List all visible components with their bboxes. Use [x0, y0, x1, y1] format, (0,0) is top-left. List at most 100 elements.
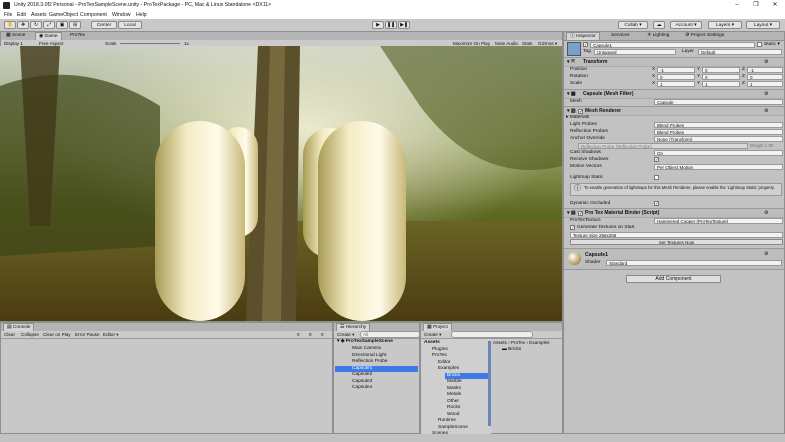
move-tool-icon[interactable]: ✥: [17, 21, 29, 29]
static-checkbox[interactable]: [757, 42, 762, 47]
folder-masks[interactable]: Masks: [447, 386, 461, 392]
project-create-button[interactable]: Create ▾: [424, 332, 441, 338]
rotation-x-field[interactable]: 0: [657, 73, 695, 80]
hierarchy-item-main-camera[interactable]: Main Camera: [352, 346, 381, 352]
pivot-local-button[interactable]: Local: [118, 21, 142, 29]
menu-help[interactable]: Help: [136, 12, 147, 18]
scale-z-field[interactable]: 1: [747, 80, 783, 87]
folder-samplescene[interactable]: SampleScene: [438, 425, 468, 431]
dynamic-occluded-checkbox[interactable]: ✓: [654, 201, 659, 206]
mesh-renderer-checkbox[interactable]: ✓: [578, 108, 583, 114]
tab-project-settings[interactable]: ⚙ Project Settings: [682, 32, 727, 40]
close-button[interactable]: ✕: [766, 1, 784, 10]
layer-select[interactable]: Default: [698, 48, 782, 55]
cast-shadows-select[interactable]: On: [654, 149, 783, 156]
folder-runtime[interactable]: Runtime: [438, 418, 456, 424]
hierarchy-search-input[interactable]: All: [360, 331, 420, 338]
position-y-field[interactable]: 0: [702, 66, 740, 73]
object-name-field[interactable]: Capsule1: [590, 41, 755, 48]
scene-root[interactable]: ▾ ◈ ProTexSampleScene: [337, 339, 393, 345]
set-textures-now-button[interactable]: Set Textures Now: [570, 239, 783, 245]
static-dropdown[interactable]: Static ▾: [764, 41, 780, 48]
folder-wood[interactable]: Wood: [447, 412, 459, 418]
folder-rocks[interactable]: Rocks: [447, 405, 460, 411]
project-tree-scrollbar[interactable]: [488, 341, 491, 426]
tab-inspector[interactable]: ⓘ Inspector: [566, 32, 600, 40]
motion-vectors-select[interactable]: Per Object Motion: [654, 163, 783, 170]
minimize-button[interactable]: –: [728, 1, 746, 10]
tab-protex[interactable]: ProTex: [67, 32, 88, 40]
rotation-y-field[interactable]: 0: [702, 73, 740, 80]
scale-y-field[interactable]: 1: [702, 80, 740, 87]
rotate-tool-icon[interactable]: ↻: [30, 21, 42, 29]
light-probes-select[interactable]: Blend Probes: [654, 121, 783, 128]
materials-foldout[interactable]: ▸ Materials: [566, 114, 589, 121]
protex-binder-checkbox[interactable]: ✓: [578, 210, 583, 216]
menu-assets[interactable]: Assets: [31, 12, 47, 18]
game-view[interactable]: [0, 46, 562, 321]
mesh-filter-gear-icon[interactable]: ⚙: [764, 90, 768, 98]
scale-tool-icon[interactable]: ⤢: [43, 21, 55, 29]
transform-tool-icon[interactable]: ⊞: [69, 21, 81, 29]
tab-services[interactable]: Services: [608, 32, 632, 40]
tag-select[interactable]: Untagged: [594, 48, 676, 55]
pivot-center-button[interactable]: Center: [91, 21, 117, 29]
folder-scenes[interactable]: Scenes: [432, 431, 448, 437]
folder-marble[interactable]: Marble: [447, 379, 462, 385]
project-file-bricks[interactable]: ▬ Bricks: [502, 347, 521, 352]
tab-scene[interactable]: ▦ Scene: [3, 32, 28, 40]
layout-button[interactable]: Layout ▾: [746, 21, 780, 29]
clear-button[interactable]: Clear: [4, 332, 15, 337]
tab-project[interactable]: ▦ Project: [423, 323, 452, 331]
folder-bricks[interactable]: Bricks: [445, 372, 489, 379]
protex-gear-icon[interactable]: ⚙: [764, 209, 768, 217]
collapse-button[interactable]: Collapse: [21, 332, 39, 337]
cloud-icon[interactable]: ☁: [653, 21, 665, 29]
receive-shadows-checkbox[interactable]: ✓: [654, 157, 659, 162]
error-count[interactable]: 0: [321, 332, 324, 337]
maximize-button[interactable]: ❐: [747, 1, 765, 10]
pause-button[interactable]: ❚❚: [385, 21, 397, 29]
step-button[interactable]: ▶❚: [398, 21, 410, 29]
menu-component[interactable]: Component: [80, 12, 107, 18]
tab-console[interactable]: ▤ Console: [3, 323, 35, 331]
folder-other[interactable]: Other: [447, 399, 459, 405]
texture-size-select[interactable]: Texture Size 256x256: [570, 231, 783, 238]
log-count[interactable]: 0: [297, 332, 300, 337]
folder-metals[interactable]: Metals: [447, 392, 461, 398]
breadcrumb-assets[interactable]: Assets: [493, 340, 507, 345]
active-checkbox[interactable]: ✓: [583, 42, 588, 47]
hand-tool-icon[interactable]: ✋: [4, 21, 16, 29]
position-x-field[interactable]: -1: [657, 66, 695, 73]
lightmap-static-checkbox[interactable]: [654, 175, 659, 180]
tab-lighting[interactable]: ☀ Lighting: [644, 32, 672, 40]
rect-tool-icon[interactable]: ▣: [56, 21, 68, 29]
material-gear-icon[interactable]: ⚙: [764, 251, 768, 257]
generate-on-start-checkbox[interactable]: ✓: [570, 225, 575, 230]
account-button[interactable]: Account ▾: [670, 21, 702, 29]
error-pause-button[interactable]: Error Pause: [75, 332, 100, 337]
component-menu-gear-icon[interactable]: ⚙: [764, 58, 768, 66]
folder-examples[interactable]: Examples: [438, 366, 459, 372]
breadcrumb-examples[interactable]: Examples: [529, 340, 549, 345]
collab-button[interactable]: Collab ▾: [618, 21, 648, 29]
warning-count[interactable]: 0: [309, 332, 312, 337]
rotation-z-field[interactable]: 0: [747, 73, 783, 80]
tab-hierarchy[interactable]: ☰ Hierarchy: [336, 323, 371, 331]
breadcrumb-protex[interactable]: ProTex: [511, 340, 525, 345]
hierarchy-item-capsule4[interactable]: Capsule4: [352, 385, 372, 391]
clear-on-play-button[interactable]: Clear on Play: [43, 332, 71, 337]
folder-editor[interactable]: Editor: [438, 360, 451, 366]
hierarchy-item-capsule1[interactable]: Capsule1: [335, 365, 418, 372]
hierarchy-item-capsule3[interactable]: Capsule3: [352, 379, 372, 385]
tab-game[interactable]: ◉ Game: [35, 32, 62, 40]
scale-slider[interactable]: [120, 43, 180, 44]
hierarchy-create-button[interactable]: Create ▾: [337, 332, 354, 338]
add-component-button[interactable]: Add Component: [626, 275, 721, 283]
menu-gameobject[interactable]: GameObject: [49, 12, 78, 18]
anchor-override-field[interactable]: None (Transform): [654, 135, 783, 142]
shader-select[interactable]: Standard: [606, 259, 782, 266]
mesh-field[interactable]: Capsule: [654, 98, 783, 105]
hierarchy-item-reflection-probe[interactable]: Reflection Probe: [352, 359, 387, 365]
project-search-input[interactable]: [451, 331, 533, 338]
